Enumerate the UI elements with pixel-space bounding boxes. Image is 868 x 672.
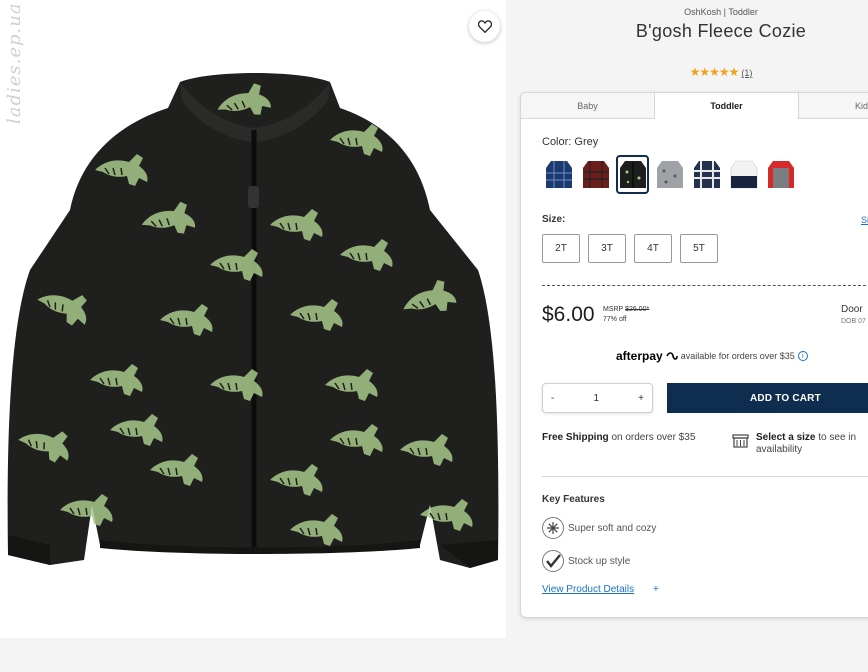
swatch-navy-white-plaid[interactable] <box>690 155 723 194</box>
product-options-card: Baby Toddler Kid Color: Grey Size: Si <box>520 92 868 618</box>
color-label: Color: <box>542 136 572 148</box>
select-size-text: to see in <box>815 432 857 443</box>
color-selector-label: Color: Grey <box>542 136 598 148</box>
doorbuster-label: Door <box>841 304 863 315</box>
afterpay-text: available for orders over $35 <box>680 351 795 361</box>
free-shipping-label: Free Shipping <box>542 432 609 443</box>
checkmark-icon <box>542 550 564 572</box>
select-size-label: Select a size <box>756 432 816 443</box>
swatch-navy-white[interactable] <box>727 155 760 194</box>
expand-plus-icon[interactable]: + <box>653 584 659 595</box>
tab-toddler[interactable]: Toddler <box>654 93 799 119</box>
quantity-stepper: - 1 + <box>542 383 653 413</box>
info-circle-icon[interactable]: i <box>797 351 808 361</box>
size-guide-link[interactable]: Si <box>861 215 868 225</box>
swatch-red-grey[interactable] <box>764 155 797 194</box>
discount-percent: 77% off <box>603 316 627 323</box>
afterpay-logo: afterpay <box>616 349 663 363</box>
heart-outline-icon <box>477 20 492 33</box>
feature-label: Super soft and cozy <box>568 522 657 534</box>
product-title: B'gosh Fleece Cozie <box>635 21 807 41</box>
store-icon <box>732 434 749 453</box>
feature-label: Stock up style <box>568 555 631 567</box>
msrp-label: MSRP <box>603 306 624 313</box>
doorbuster-sub: DOB 07 <box>841 318 866 325</box>
quantity-increase-button[interactable]: + <box>638 393 644 404</box>
free-shipping-text: on orders over $35 <box>608 432 696 443</box>
size-option-5t[interactable]: 5T <box>680 234 718 263</box>
color-swatches <box>542 155 801 194</box>
msrp-value: $26.00* <box>625 306 650 313</box>
age-tabs: Baby Toddler Kid <box>521 93 868 119</box>
section-divider <box>542 476 868 477</box>
product-brand[interactable]: OshKosh | Toddler <box>520 7 868 17</box>
watermark: ladies.ep.ua <box>4 2 25 124</box>
afterpay-banner: afterpay available for orders over $35 i <box>616 349 808 363</box>
size-options: 2T 3T 4T 5T <box>542 234 726 263</box>
feature-item: Stock up style <box>542 550 630 572</box>
star-rating-icon: ★★★★★ <box>689 65 740 79</box>
msrp-info: MSRP $26.00* 77% off <box>603 305 649 325</box>
product-rating[interactable]: ★★★★★ (1) <box>520 65 868 79</box>
store-availability-info[interactable]: Select a size to see in availability <box>756 432 868 456</box>
divider <box>542 285 868 286</box>
swatch-dino-black[interactable] <box>616 155 649 194</box>
swatch-red-plaid[interactable] <box>579 155 612 194</box>
key-features-title: Key Features <box>542 494 605 505</box>
size-option-4t[interactable]: 4T <box>634 234 672 263</box>
swatch-grey-print[interactable] <box>653 155 686 194</box>
doorbuster-info: Door DOB 07 <box>841 304 866 327</box>
tab-kid[interactable]: Kid <box>799 93 868 119</box>
snowflake-icon <box>542 517 564 539</box>
add-to-cart-button[interactable]: ADD TO CART <box>667 383 868 413</box>
quantity-decrease-button[interactable]: - <box>551 393 554 404</box>
sale-price: $6.00 <box>542 303 595 326</box>
availability-text: availability <box>756 444 803 455</box>
size-option-2t[interactable]: 2T <box>542 234 580 263</box>
review-count-link[interactable]: (1) <box>741 68 752 78</box>
afterpay-arrow-icon <box>665 352 678 360</box>
tab-baby[interactable]: Baby <box>521 93 654 119</box>
free-shipping-info: Free Shipping on orders over $35 <box>542 432 695 443</box>
feature-item: Super soft and cozy <box>542 517 656 539</box>
quantity-value[interactable]: 1 <box>593 393 599 404</box>
view-product-details-link[interactable]: View Product Details <box>542 584 634 595</box>
product-image <box>7 73 499 568</box>
size-label: Size: <box>542 214 566 225</box>
swatch-navy-plaid[interactable] <box>542 155 575 194</box>
color-value: Grey <box>574 136 599 148</box>
size-option-3t[interactable]: 3T <box>588 234 626 263</box>
product-image-panel: ladies.ep.ua <box>0 0 506 638</box>
favorite-button[interactable] <box>469 11 500 42</box>
